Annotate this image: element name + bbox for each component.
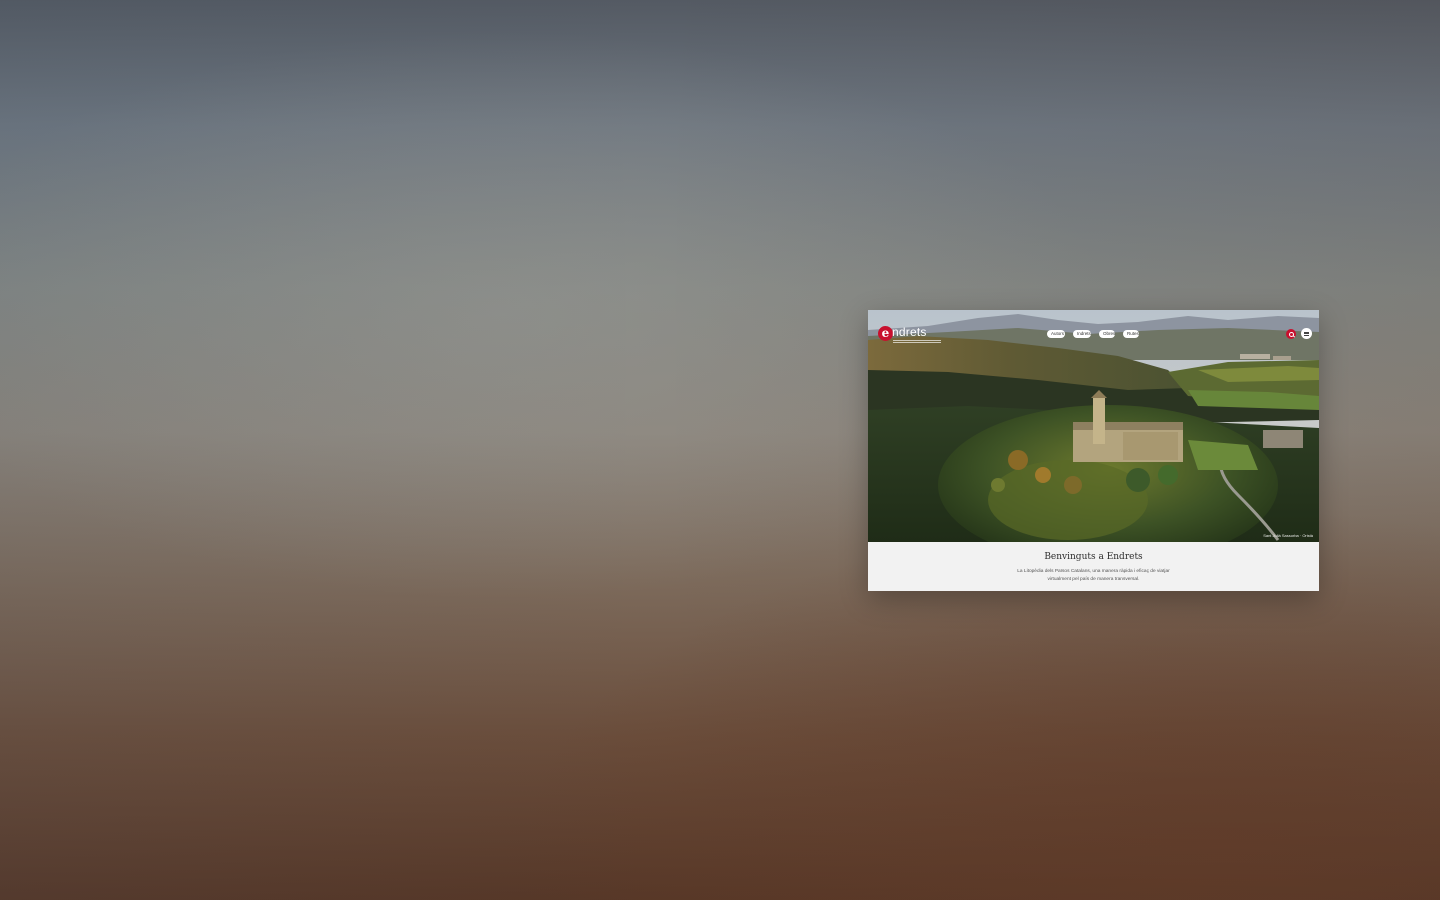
welcome-text: La Litopèdia dels Països Catalans, una m… — [1017, 569, 1170, 582]
hamburger-icon[interactable] — [1301, 328, 1312, 339]
photo-caption: Sant Julià Sassorba · Oristà — [1263, 533, 1313, 538]
nav-indrets[interactable]: Indrets — [1073, 330, 1091, 338]
welcome-section: Benvinguts a Endrets La Litopèdia dels P… — [868, 542, 1319, 591]
welcome-title: Benvinguts a Endrets — [1044, 552, 1143, 562]
main-nav: Autors Indrets Obres Rutes — [1047, 330, 1139, 338]
website-preview-card[interactable]: e ndrets Autors Indrets Obres Rutes Sant… — [868, 310, 1319, 591]
hero-photo: e ndrets Autors Indrets Obres Rutes Sant… — [868, 310, 1319, 542]
nav-rutes[interactable]: Rutes — [1123, 330, 1139, 338]
site-header: e ndrets Autors Indrets Obres Rutes — [868, 310, 1319, 358]
nav-obres[interactable]: Obres — [1099, 330, 1115, 338]
logo-wordmark: ndrets — [892, 325, 927, 339]
desktop-background: e ndrets Autors Indrets Obres Rutes Sant… — [0, 0, 1440, 900]
nav-autors[interactable]: Autors — [1047, 330, 1065, 338]
search-icon[interactable] — [1286, 329, 1296, 339]
logo-mark: e — [878, 326, 893, 341]
endrets-logo[interactable]: e ndrets — [878, 326, 948, 346]
logo-tagline — [893, 339, 941, 345]
